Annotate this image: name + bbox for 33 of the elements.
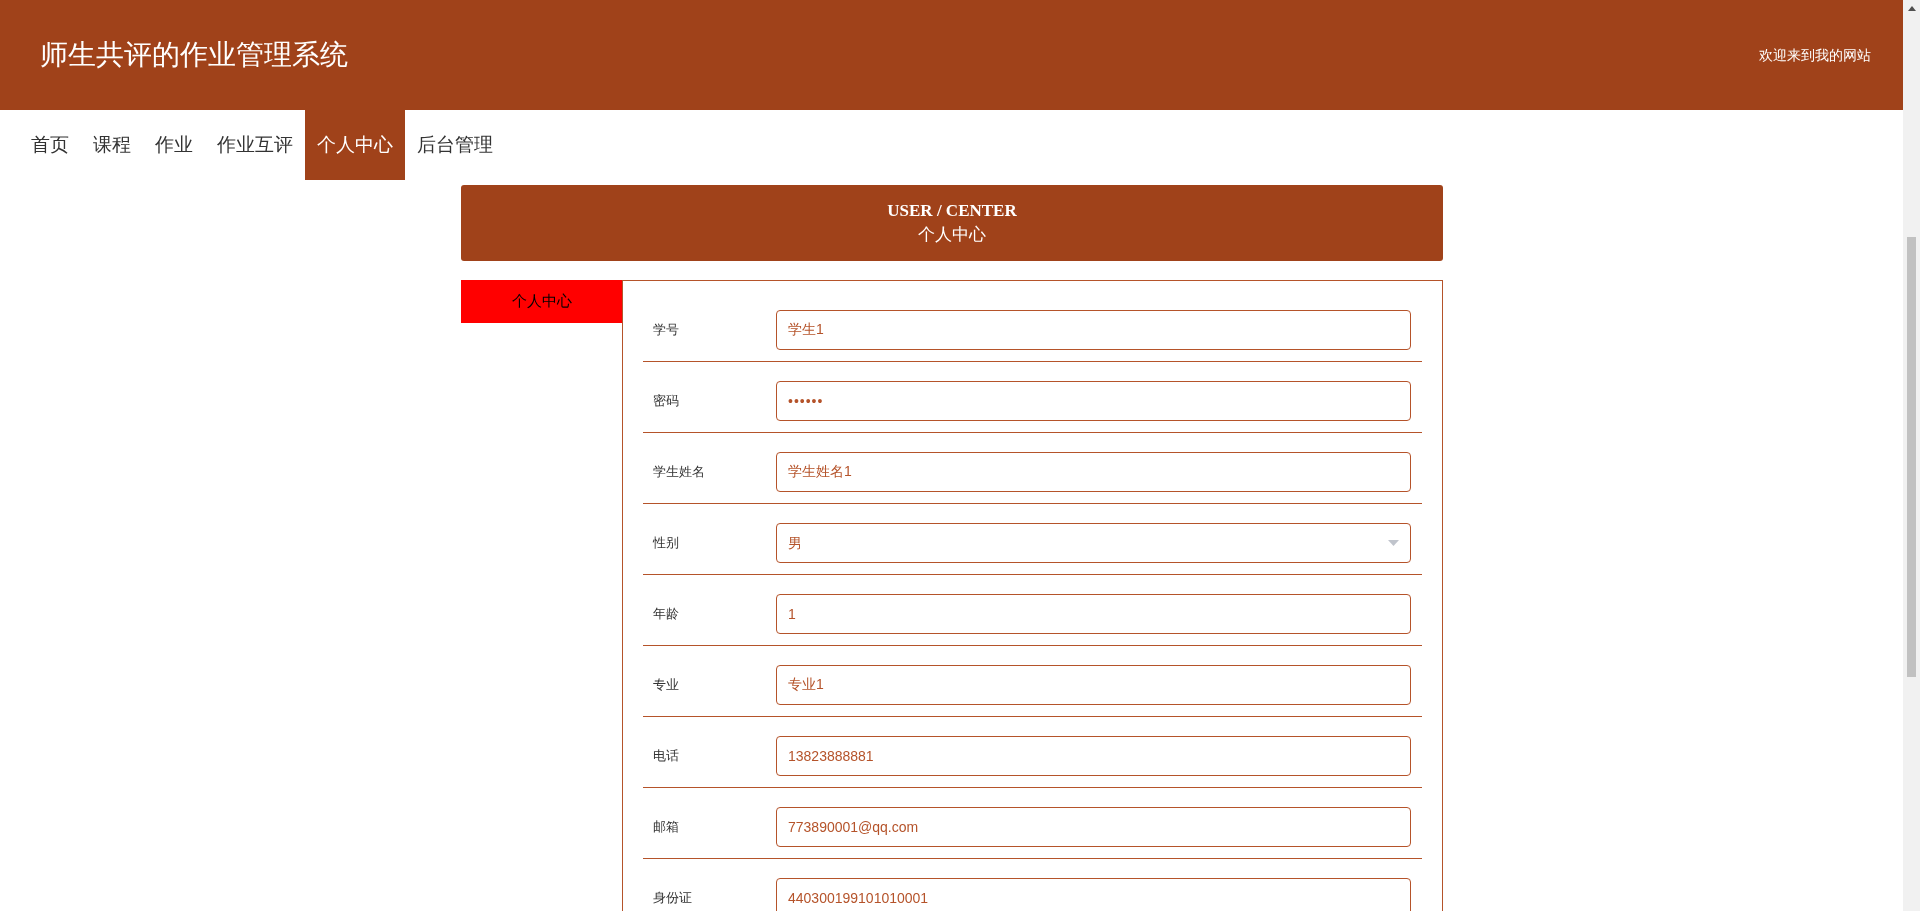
- scroll-up-icon[interactable]: [1907, 6, 1916, 11]
- scrollbar[interactable]: [1903, 0, 1920, 911]
- field-label: 性别: [653, 534, 680, 553]
- field-label: 电话: [653, 747, 680, 766]
- field-label: 身份证: [653, 889, 693, 908]
- nav-tab[interactable]: 作业: [143, 110, 205, 180]
- field-label: 学生姓名: [653, 463, 706, 482]
- scrollbar-thumb[interactable]: [1907, 237, 1916, 677]
- input-field[interactable]: 773890001@qq.com: [776, 807, 1411, 847]
- banner-subtitle: 个人中心: [918, 224, 986, 246]
- dropdown-caret-icon: [1388, 540, 1399, 546]
- banner-title: USER / CENTER: [887, 200, 1017, 222]
- nav-tab[interactable]: 后台管理: [405, 110, 505, 180]
- field-label: 年龄: [653, 605, 680, 624]
- input-field[interactable]: 13823888881: [776, 736, 1411, 776]
- input-field[interactable]: 学生姓名1: [776, 452, 1411, 492]
- nav-tab[interactable]: 首页: [19, 110, 81, 180]
- input-field[interactable]: 学生1: [776, 310, 1411, 350]
- input-field[interactable]: 专业1: [776, 665, 1411, 705]
- site-title: 师生共评的作业管理系统: [40, 38, 348, 72]
- welcome-text: 欢迎来到我的网站: [1759, 45, 1871, 65]
- field-label: 学号: [653, 321, 680, 340]
- nav-tab[interactable]: 作业互评: [205, 110, 305, 180]
- nav-tab[interactable]: 个人中心: [305, 110, 405, 180]
- field-label: 邮箱: [653, 818, 680, 837]
- input-field[interactable]: 440300199101010001: [776, 878, 1411, 911]
- password-field[interactable]: ••••••: [776, 381, 1411, 421]
- field-label: 专业: [653, 676, 680, 695]
- side-tab[interactable]: 个人中心: [461, 280, 622, 323]
- input-field[interactable]: 1: [776, 594, 1411, 634]
- select-field[interactable]: 男: [776, 523, 1411, 563]
- field-label: 密码: [653, 392, 680, 411]
- nav-tab[interactable]: 课程: [81, 110, 143, 180]
